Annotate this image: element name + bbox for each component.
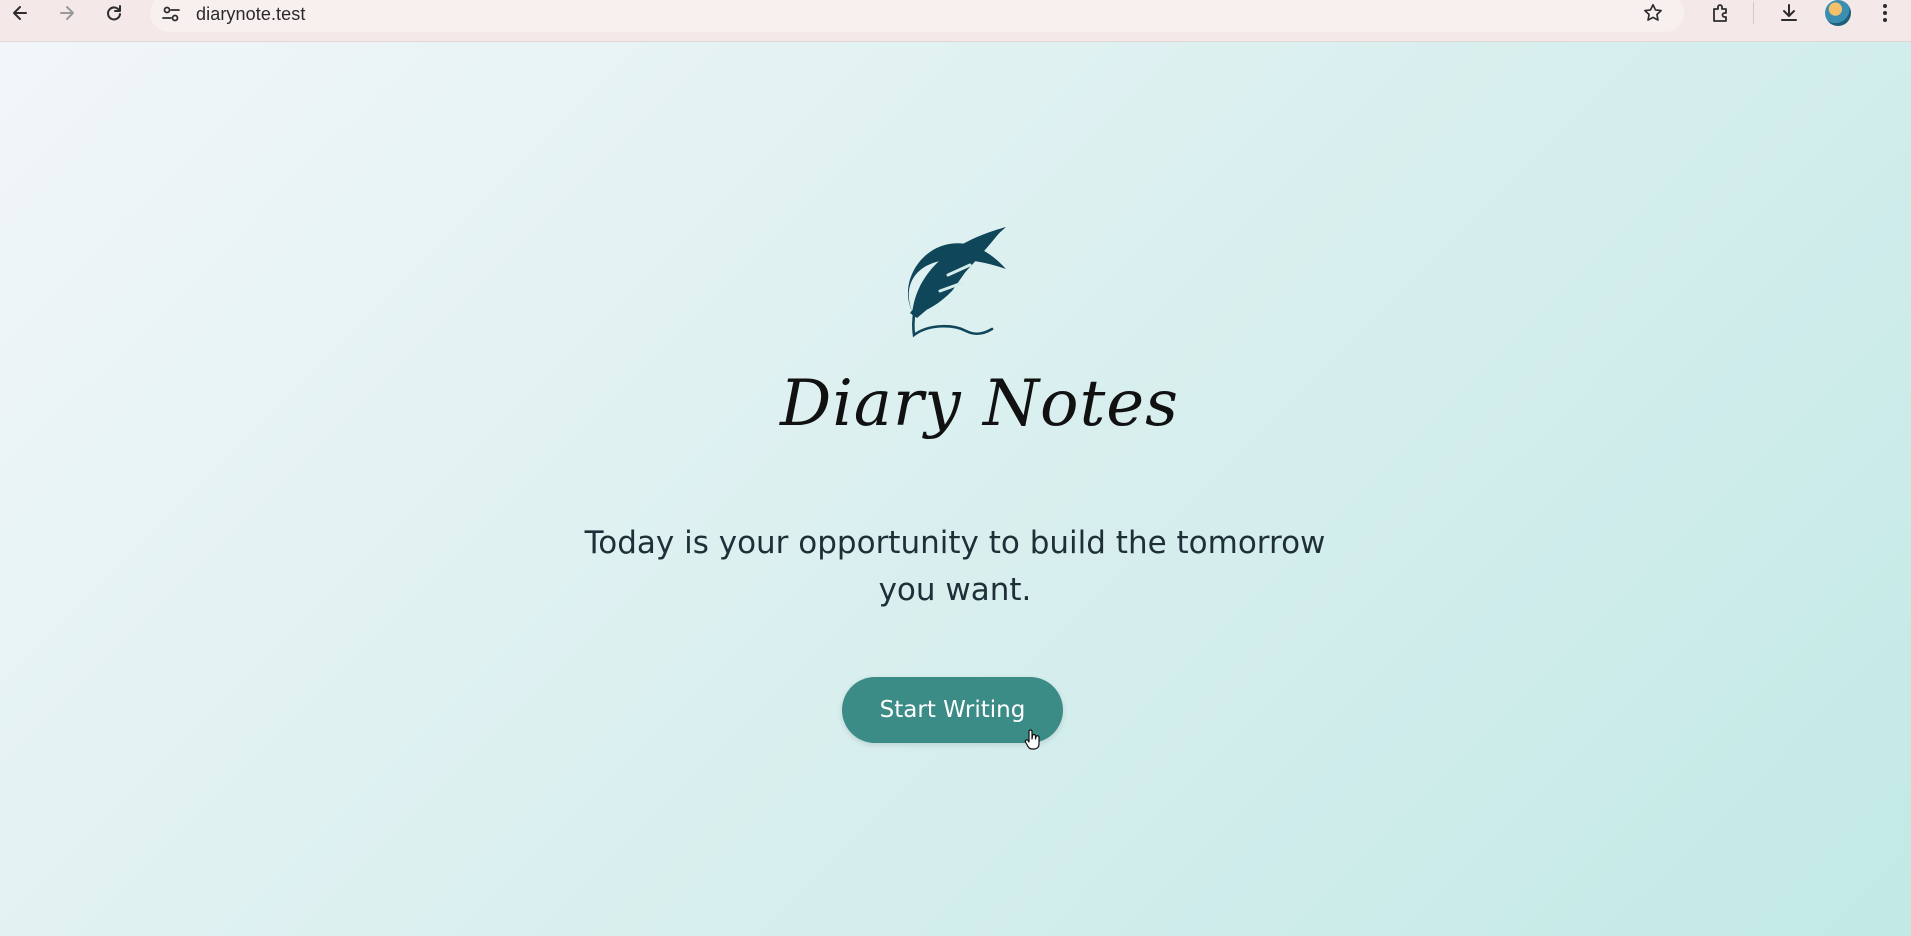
site-settings-icon[interactable] bbox=[160, 3, 182, 25]
site-logo: Diary Notes bbox=[780, 225, 1179, 445]
profile-avatar[interactable] bbox=[1825, 0, 1851, 26]
url-text[interactable]: diarynote.test bbox=[196, 4, 305, 25]
browser-toolbar: diarynote.test bbox=[0, 0, 1911, 42]
forward-arrow-icon bbox=[60, 6, 74, 20]
toolbar-separator bbox=[1753, 2, 1754, 24]
download-icon bbox=[1781, 4, 1797, 21]
downloads-button[interactable] bbox=[1771, 0, 1807, 26]
more-menu-button[interactable] bbox=[1867, 0, 1903, 26]
more-menu-icon bbox=[1883, 4, 1887, 22]
address-bar[interactable]: diarynote.test bbox=[150, 0, 1684, 32]
logo-wordmark: Diary Notes bbox=[780, 367, 1179, 441]
hero-tagline: Today is your opportunity to build the t… bbox=[584, 525, 1326, 608]
reload-button[interactable] bbox=[96, 0, 132, 26]
feather-quill-icon bbox=[907, 227, 1006, 338]
hand-pointer-icon bbox=[1024, 729, 1040, 750]
landing-page bbox=[0, 42, 1911, 936]
extensions-icon bbox=[1713, 4, 1727, 22]
back-arrow-icon bbox=[13, 6, 27, 20]
extensions-button[interactable] bbox=[1703, 0, 1739, 26]
reload-icon bbox=[107, 5, 121, 21]
back-button[interactable] bbox=[2, 0, 38, 26]
forward-button[interactable] bbox=[49, 0, 85, 26]
bookmark-star-icon[interactable] bbox=[1642, 2, 1664, 24]
